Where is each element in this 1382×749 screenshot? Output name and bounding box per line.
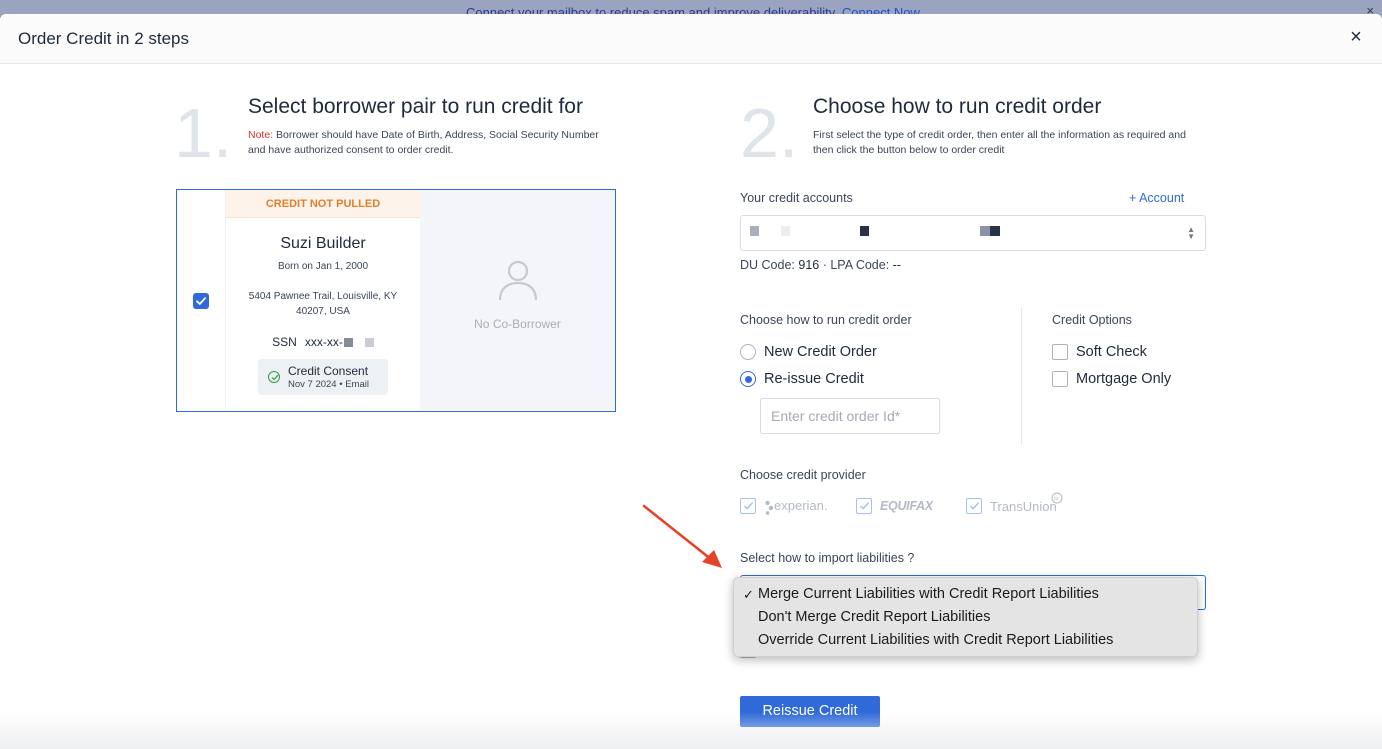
redacted-text <box>990 226 1000 236</box>
add-account-link[interactable]: + Account <box>1129 191 1184 205</box>
dropdown-option-dont-merge[interactable]: Don't Merge Credit Report Liabilities <box>734 606 1197 629</box>
modal-title: Order Credit in 2 steps <box>18 29 190 48</box>
soft-check-checkbox[interactable] <box>1052 344 1068 360</box>
step-1-note: Note: Borrower should have Date of Birth… <box>248 129 599 156</box>
borrower-name: Suzi Builder <box>280 235 366 252</box>
credit-account-select[interactable]: ▲ ▼ <box>740 215 1206 251</box>
credit-consent-badge: Credit Consent Nov 7 2024 • Email <box>258 359 388 395</box>
import-liabilities-label: Select how to import liabilities ? <box>740 551 915 565</box>
ssn-value: xxx-xx- <box>304 335 343 349</box>
step-2-title: Choose how to run credit order <box>813 95 1102 118</box>
borrower-ssn: SSN xxx-xx- <box>226 335 420 349</box>
consent-title: Credit Consent <box>288 364 369 378</box>
step-2-number: 2. <box>740 94 799 172</box>
equifax-logo: EQUIFAX <box>880 499 933 513</box>
equifax-checkbox[interactable] <box>856 498 872 514</box>
liabilities-dropdown-menu: ✓ Merge Current Liabilities with Credit R… <box>733 577 1198 657</box>
credit-status-strip: CREDIT NOT PULLED <box>226 190 420 218</box>
experian-checkbox[interactable] <box>740 498 756 514</box>
check-circle-icon <box>268 371 280 383</box>
note-label: Note: <box>248 129 274 141</box>
du-lpa-codes: DU Code: 916 · LPA Code: -- <box>740 258 901 272</box>
order-type-label: Choose how to run credit order <box>740 313 912 327</box>
select-arrows-icon: ▲ ▼ <box>1187 225 1195 241</box>
step-1-number: 1. <box>174 94 233 172</box>
annotation-arrow-icon <box>642 504 722 568</box>
dropdown-option-merge[interactable]: ✓ Merge Current Liabilities with Credit R… <box>734 583 1197 606</box>
modal-header: Order Credit in 2 steps × <box>0 14 1382 64</box>
close-icon[interactable]: × <box>1346 26 1366 48</box>
reissue-credit-label[interactable]: Re-issue Credit <box>764 371 864 387</box>
new-credit-order-radio[interactable] <box>740 344 756 360</box>
redacted-text <box>781 226 790 236</box>
step-1-title: Select borrower pair to run credit for <box>248 95 583 118</box>
credit-status-badge: CREDIT NOT PULLED <box>265 198 381 210</box>
experian-logo: experian. <box>765 498 827 515</box>
ssn-redaction <box>343 338 353 348</box>
borrower-address: 5404 Pawnee Trail, Louisville, KY 40207,… <box>248 291 398 317</box>
credit-provider-label: Choose credit provider <box>740 468 866 482</box>
soft-check-label[interactable]: Soft Check <box>1076 344 1147 360</box>
svg-text:tu: tu <box>1054 496 1059 502</box>
bottom-fade <box>0 712 1382 749</box>
reissue-credit-radio[interactable] <box>740 371 756 387</box>
borrower-pair-card[interactable]: CREDIT NOT PULLED Suzi Builder Born on J… <box>176 189 616 412</box>
ssn-label: SSN <box>272 335 297 349</box>
redacted-text <box>750 226 759 236</box>
person-outline-icon <box>498 260 538 301</box>
credit-options-label: Credit Options <box>1052 313 1132 327</box>
dropdown-option-override[interactable]: Override Current Liabilities with Credit… <box>734 629 1197 652</box>
checkmark-icon: ✓ <box>743 587 754 602</box>
redacted-text <box>860 226 869 236</box>
lpa-code-value: -- <box>892 258 901 272</box>
step-2-description: First select the type of credit order, t… <box>813 129 1186 156</box>
new-credit-order-label[interactable]: New Credit Order <box>764 344 877 360</box>
transunion-logo: TransUnion tu <box>990 492 1063 514</box>
mortgage-only-label[interactable]: Mortgage Only <box>1076 371 1171 387</box>
ssn-redaction <box>364 338 374 348</box>
redacted-text <box>980 226 990 236</box>
options-divider <box>1021 308 1022 444</box>
borrower-select-column <box>177 190 226 410</box>
borrower-pair-checkbox[interactable] <box>193 293 209 309</box>
credit-order-id-input[interactable] <box>760 398 940 434</box>
borrower-card: CREDIT NOT PULLED Suzi Builder Born on J… <box>226 190 420 410</box>
borrower-birthdate: Born on Jan 1, 2000 <box>277 261 369 272</box>
no-coborrower-label: No Co-Borrower <box>474 317 561 331</box>
order-credit-modal: Order Credit in 2 steps × 1. Select borr… <box>0 14 1382 749</box>
credit-accounts-label: Your credit accounts <box>740 191 853 205</box>
consent-date: Nov 7 2024 • Email <box>288 379 369 390</box>
du-code-value: 916 <box>798 258 820 272</box>
transunion-checkbox[interactable] <box>966 498 982 514</box>
reissue-credit-button[interactable]: Reissue Credit <box>740 696 880 727</box>
mortgage-only-checkbox[interactable] <box>1052 371 1068 387</box>
no-coborrower-panel: No Co-Borrower <box>420 190 615 410</box>
